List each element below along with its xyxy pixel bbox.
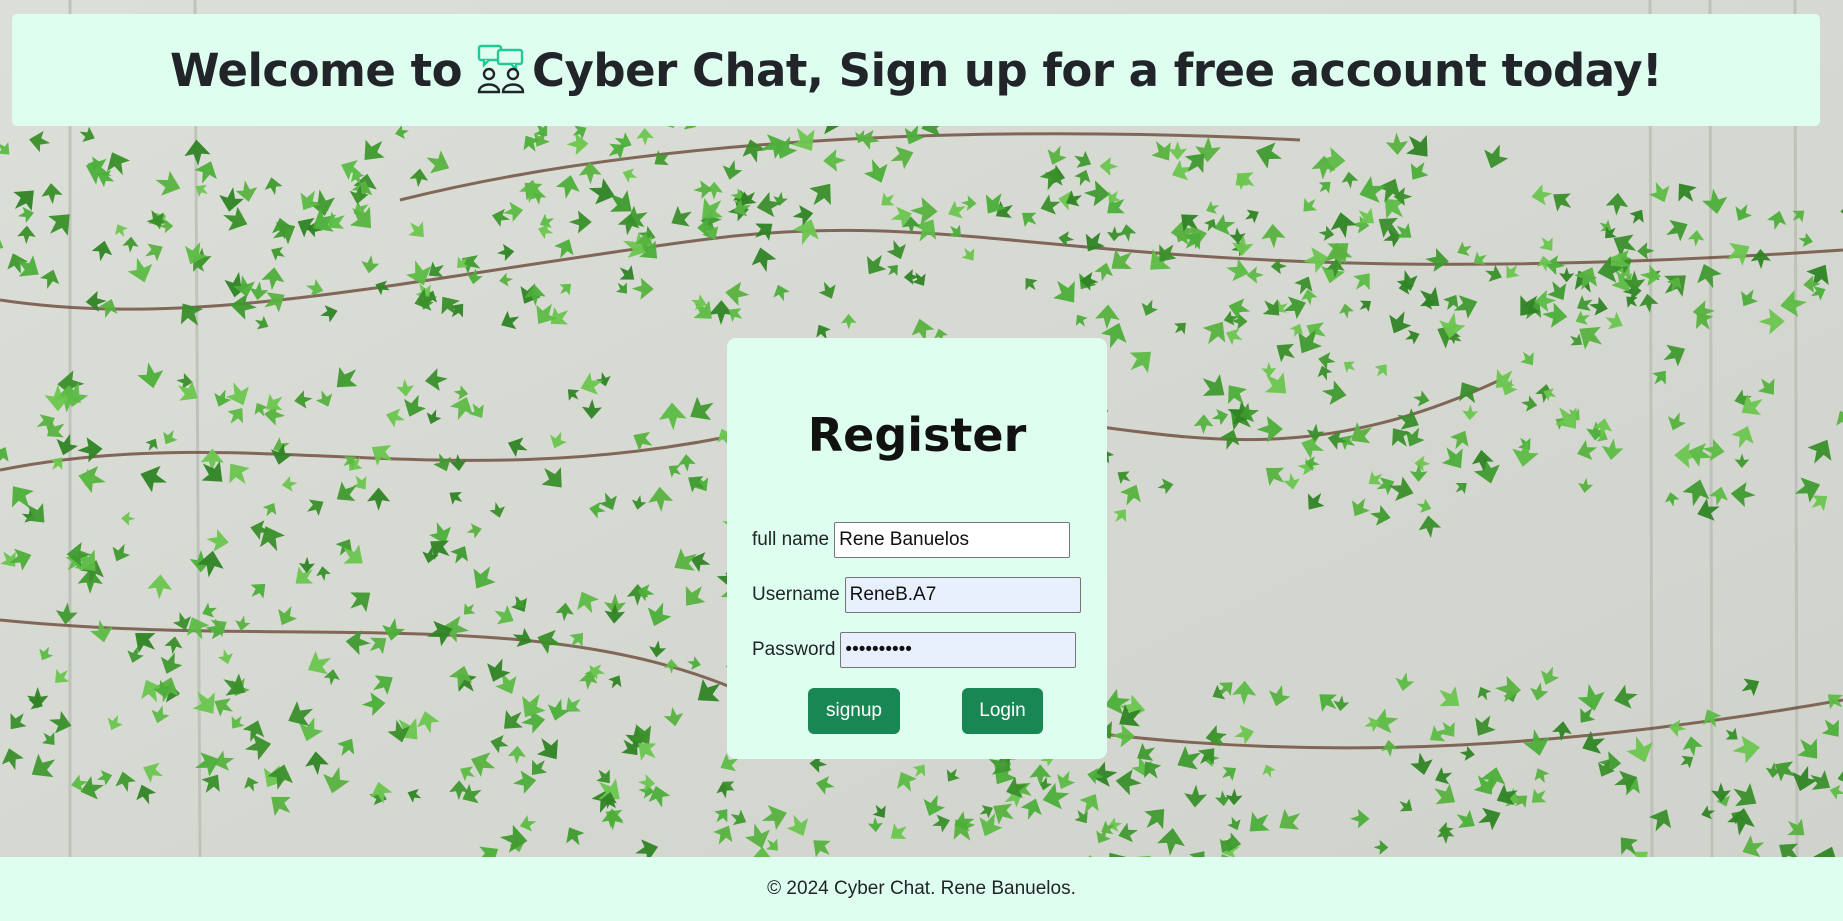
login-button[interactable]: Login: [962, 688, 1043, 734]
username-row: Username: [752, 577, 1081, 613]
fullname-input[interactable]: [834, 522, 1071, 558]
username-input[interactable]: [844, 577, 1081, 613]
footer-copyright: © 2024 Cyber Chat. Rene Banuelos.: [767, 878, 1076, 899]
signup-button[interactable]: signup: [808, 688, 900, 734]
fullname-row: full name: [752, 522, 1071, 558]
register-title: Register: [807, 408, 1027, 462]
welcome-prefix: Welcome to: [169, 43, 463, 97]
password-label: Password: [752, 639, 836, 660]
fullname-label: full name: [752, 529, 830, 550]
password-input[interactable]: [840, 632, 1077, 668]
page-title: Welcome to Cyber Chat, Sign up for a fre…: [169, 43, 1663, 97]
password-row: Password: [752, 632, 1077, 668]
welcome-suffix: Cyber Chat, Sign up for a free account t…: [532, 43, 1663, 97]
footer: © 2024 Cyber Chat. Rene Banuelos.: [0, 857, 1843, 921]
username-label: Username: [752, 584, 840, 605]
register-form: Register full name Username Password sig…: [727, 338, 1107, 759]
welcome-header: Welcome to Cyber Chat, Sign up for a fre…: [12, 14, 1820, 126]
chat-people-icon: [476, 44, 528, 96]
